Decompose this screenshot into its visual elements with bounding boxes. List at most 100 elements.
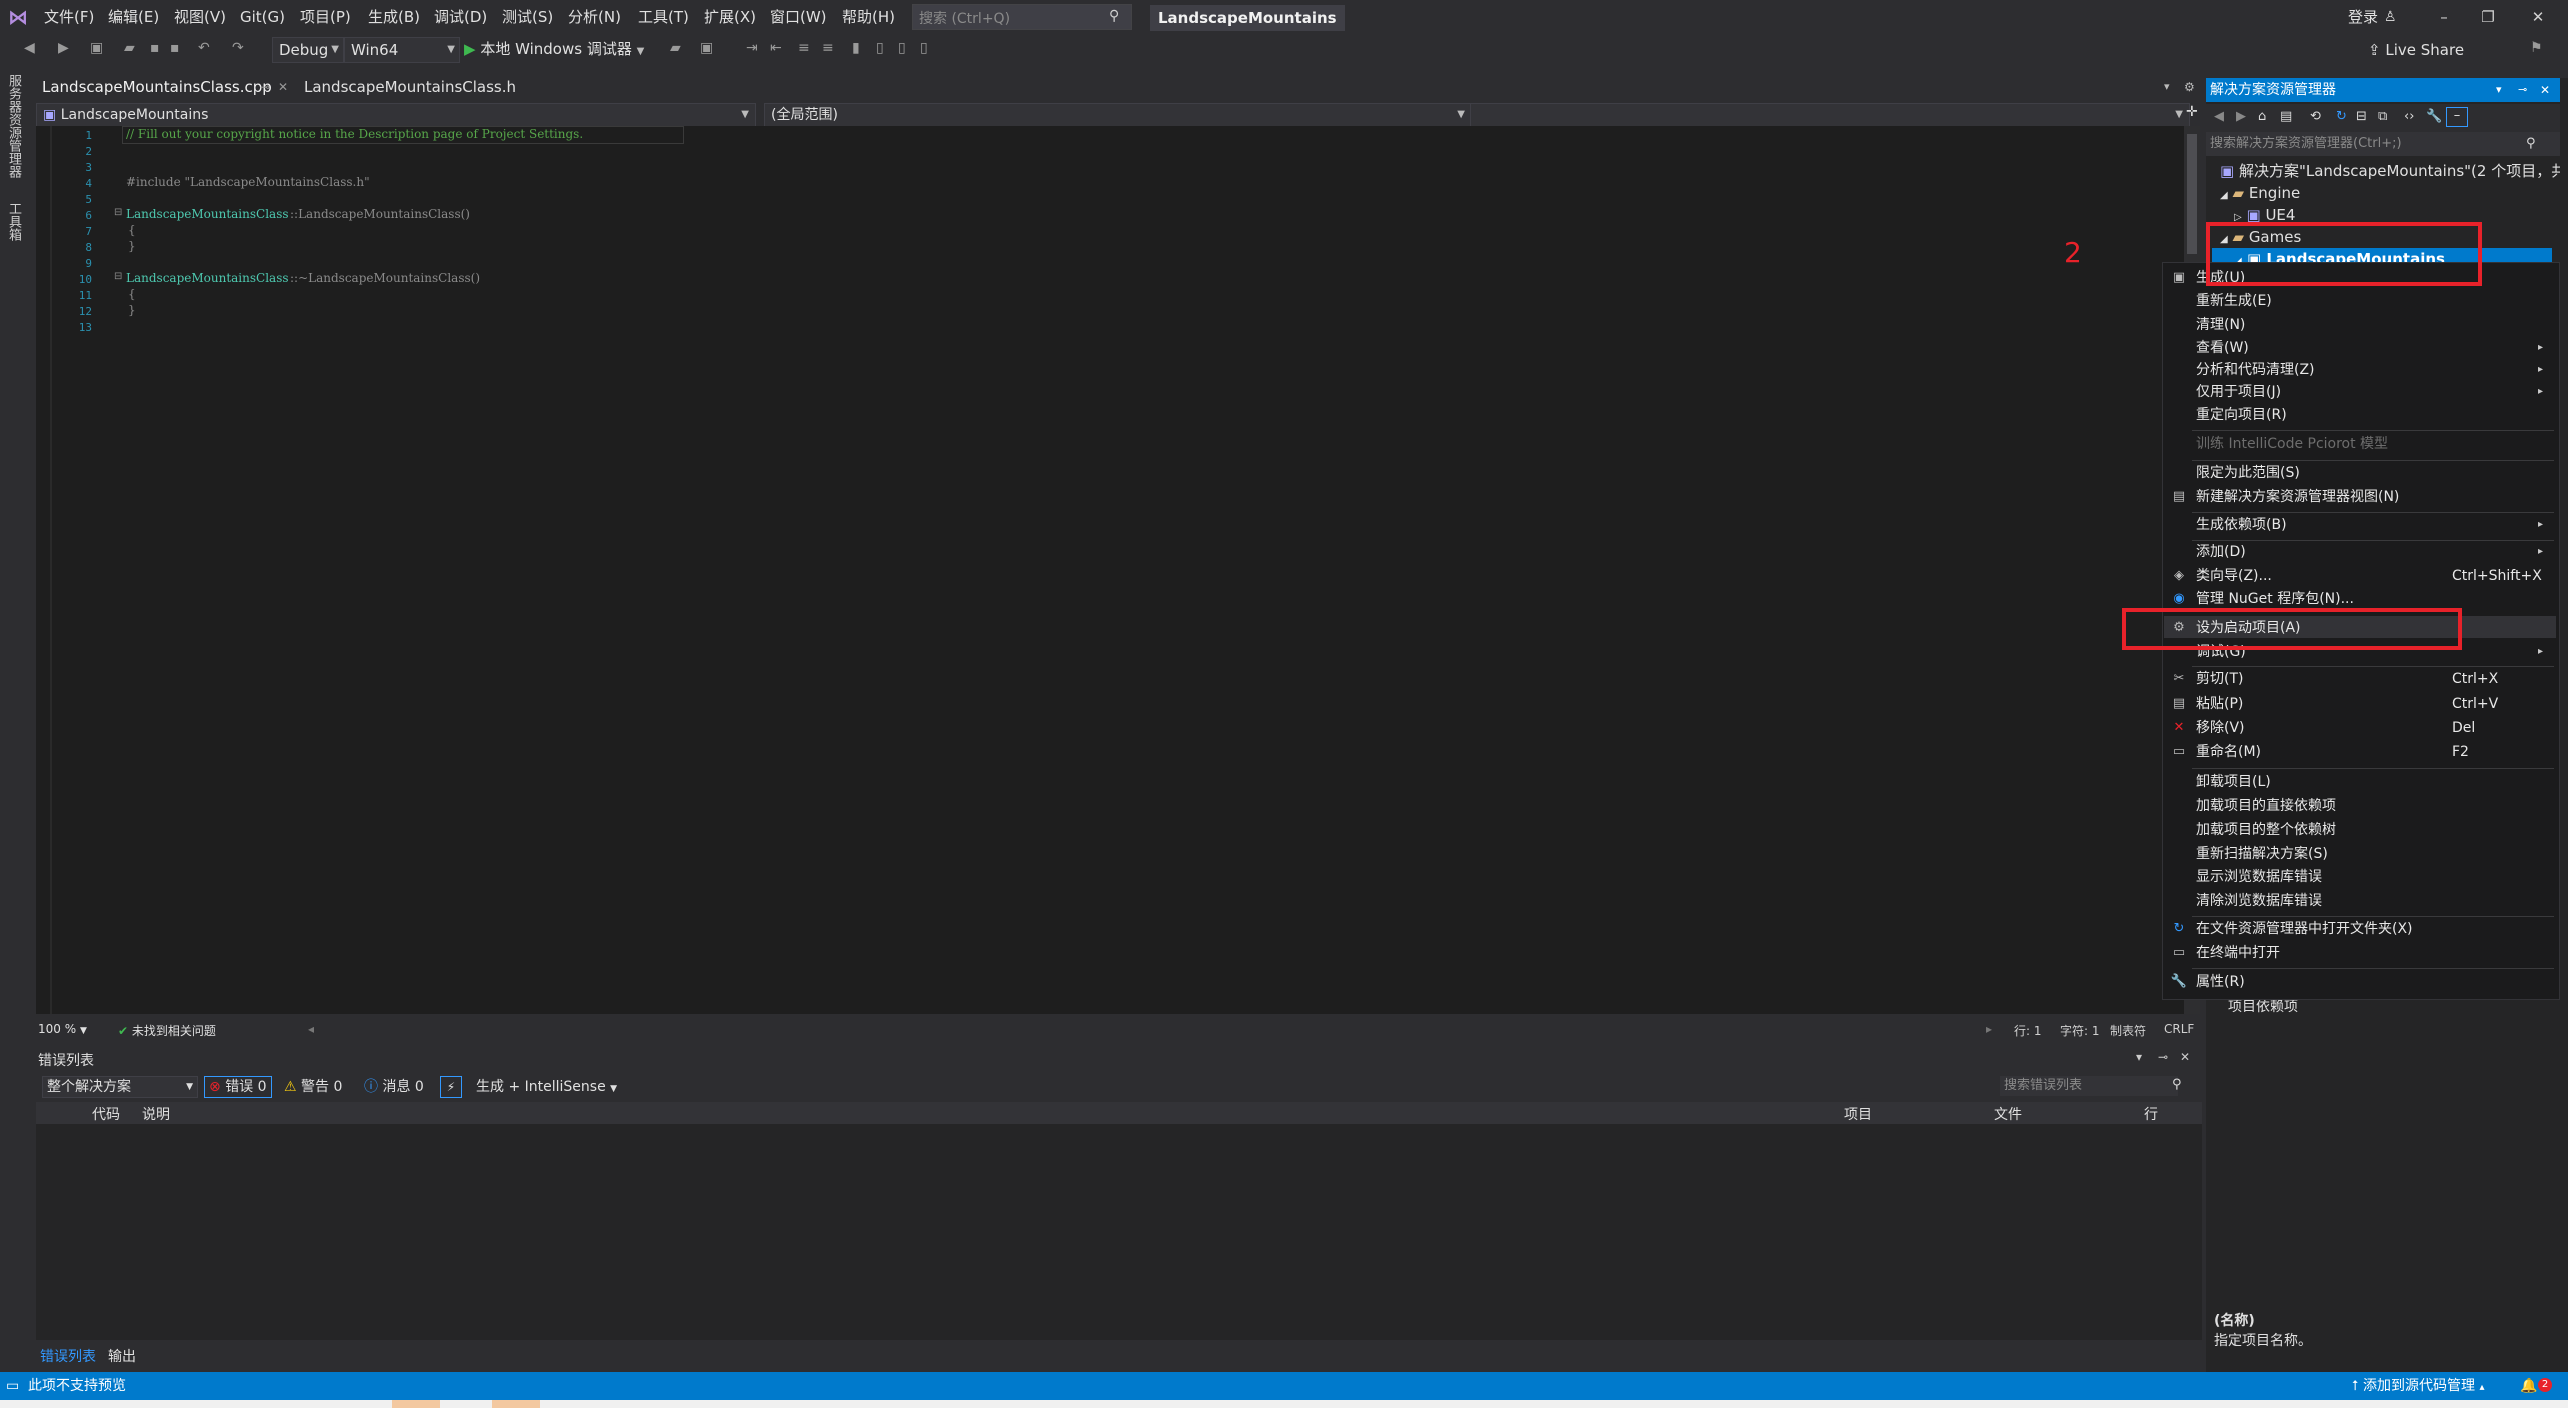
menu-item-unload-project[interactable]: 卸载项目(L) — [2196, 770, 2271, 794]
start-debug-button[interactable]: ▶ 本地 Windows 调试器 ▼ — [464, 37, 644, 61]
messages-filter-toggle[interactable]: ⓘ 消息 0 — [364, 1077, 424, 1097]
menu-item-scope-to-this[interactable]: 限定为此范围(S) — [2196, 461, 2300, 485]
menu-item-view[interactable]: 查看(W) — [2196, 336, 2249, 360]
errors-filter-toggle[interactable]: ⊗ 错误 0 — [204, 1076, 272, 1098]
issues-indicator[interactable]: ✔ 未找到相关问题 — [118, 1022, 216, 1039]
home-icon[interactable]: ⌂ — [2258, 109, 2266, 124]
menu-item-build-dependencies[interactable]: 生成依赖项(B) — [2196, 513, 2287, 537]
column-description[interactable]: 说明 — [142, 1104, 170, 1124]
collapse-all-icon[interactable]: ⊟ — [2356, 109, 2367, 124]
bookmark-next-icon[interactable]: ▯ — [898, 40, 906, 56]
warnings-filter-toggle[interactable]: ⚠ 警告 0 — [284, 1077, 342, 1097]
toolbox-tab[interactable]: 工具箱 — [4, 202, 23, 241]
user-icon[interactable]: ♙ — [2384, 0, 2397, 34]
save-icon[interactable]: ▪ — [150, 40, 160, 56]
maximize-button[interactable]: ❐ — [2468, 0, 2508, 34]
menu-item-new-view[interactable]: 新建解决方案资源管理器视图(N) — [2196, 485, 2399, 509]
scope-dropdown[interactable]: (全局范围) ▼ — [764, 103, 1472, 127]
panel-menu-icon[interactable]: ▾ — [2136, 1050, 2142, 1064]
menu-item-properties[interactable]: 属性(R) — [2196, 970, 2245, 994]
menu-analyze[interactable]: 分析(N) — [568, 0, 621, 34]
scrollbar-thumb[interactable] — [2187, 134, 2197, 254]
menu-item-load-direct-deps[interactable]: 加载项目的直接依赖项 — [2196, 794, 2336, 818]
config-dropdown[interactable]: Debug ▼ — [272, 37, 344, 63]
menu-item-retarget[interactable]: 重定向项目(R) — [2196, 403, 2287, 427]
code-editor[interactable] — [36, 126, 2184, 1014]
menu-item-clear-db-errors[interactable]: 清除浏览数据库错误 — [2196, 889, 2322, 913]
menu-edit[interactable]: 编辑(E) — [108, 0, 159, 34]
menu-item-analyze[interactable]: 分析和代码清理(Z) — [2196, 358, 2315, 382]
menu-help[interactable]: 帮助(H) — [842, 0, 895, 34]
project-dropdown[interactable]: ▣ LandscapeMountains ▼ — [36, 103, 756, 127]
back-icon[interactable]: ◀ — [2214, 109, 2224, 124]
source-control-button[interactable]: ⭡ 添加到源代码管理 ▴ — [2352, 1372, 2485, 1402]
redo-icon[interactable]: ↷ — [232, 40, 244, 56]
tab-h-file[interactable]: LandscapeMountainsClass.h — [298, 74, 530, 100]
view-code-icon[interactable]: ‹› — [2404, 109, 2414, 124]
show-all-files-icon[interactable]: ⧉ — [2378, 109, 2387, 124]
hscroll-right-icon[interactable]: ▸ — [1986, 1022, 1992, 1036]
menu-item-project-only[interactable]: 仅用于项目(J) — [2196, 380, 2281, 404]
panel-pin-icon[interactable]: ⊸ — [2158, 1050, 2168, 1064]
screenshot-icon[interactable]: ▣ — [700, 40, 713, 56]
menu-item-clean[interactable]: 清理(N) — [2196, 313, 2245, 337]
search-icon[interactable]: ⚲ — [2526, 132, 2536, 156]
menu-test[interactable]: 测试(S) — [502, 0, 553, 34]
feedback-icon[interactable]: ⚑ — [2530, 40, 2543, 56]
menu-item-cut[interactable]: 剪切(T) — [2196, 667, 2243, 691]
back-icon[interactable]: ◀ — [24, 40, 35, 56]
forward-icon[interactable]: ▶ — [58, 40, 69, 56]
eol-mode[interactable]: CRLF — [2164, 1022, 2194, 1036]
outdent-icon[interactable]: ≡ — [822, 40, 834, 56]
preview-selected-icon[interactable]: – — [2446, 107, 2468, 127]
forward-icon[interactable]: ▶ — [2236, 109, 2246, 124]
panel-close-icon[interactable]: ✕ — [2180, 1050, 2190, 1064]
menu-item-rescan-solution[interactable]: 重新扫描解决方案(S) — [2196, 842, 2328, 866]
bookmark-clear-icon[interactable]: ▯ — [920, 40, 928, 56]
tab-error-list[interactable]: 错误列表 — [40, 1346, 96, 1366]
column-line[interactable]: 行 — [2144, 1104, 2158, 1124]
menu-git[interactable]: Git(G) — [240, 0, 285, 34]
tab-overflow-icon[interactable]: ▾ — [2164, 80, 2170, 93]
menu-view[interactable]: 视图(V) — [174, 0, 226, 34]
open-icon[interactable]: ▰ — [124, 40, 135, 56]
tab-cpp-file[interactable]: LandscapeMountainsClass.cpp ⊸ ✕ — [36, 74, 304, 100]
tree-solution-node[interactable]: ▣ 解决方案"LandscapeMountains"(2 个项目，共 2 — [2220, 160, 2560, 182]
column-code[interactable]: 代码 — [92, 1104, 120, 1124]
menu-item-rename[interactable]: 重命名(M) — [2196, 740, 2261, 764]
indent-mode[interactable]: 制表符 — [2110, 1022, 2146, 1039]
step-over-icon[interactable]: ⇤ — [770, 40, 782, 56]
panel-pin-icon[interactable]: ⊸ — [2518, 78, 2527, 102]
menu-item-load-dep-tree[interactable]: 加载项目的整个依赖树 — [2196, 818, 2336, 842]
indent-icon[interactable]: ≡ — [798, 40, 810, 56]
menu-item-remove[interactable]: 移除(V) — [2196, 716, 2245, 740]
expand-icon[interactable]: ◢ — [2220, 190, 2228, 201]
error-scope-dropdown[interactable]: 整个解决方案 ▼ — [42, 1076, 198, 1098]
menu-item-paste[interactable]: 粘贴(P) — [2196, 692, 2243, 716]
filter-icon[interactable]: ⚡ — [440, 1076, 462, 1098]
search-icon[interactable]: ⚲ — [2172, 1077, 2182, 1092]
undo-icon[interactable]: ↶ — [198, 40, 210, 56]
close-window-button[interactable]: ✕ — [2518, 0, 2558, 34]
menu-item-rebuild[interactable]: 重新生成(E) — [2196, 289, 2272, 313]
pin-icon[interactable]: ⊸ — [260, 74, 270, 100]
minimize-button[interactable]: – — [2424, 0, 2464, 34]
bookmark-icon[interactable]: ▮ — [852, 40, 860, 56]
member-dropdown[interactable]: ▼ — [1470, 103, 2190, 127]
close-tab-icon[interactable]: ✕ — [278, 74, 288, 100]
fold-toggle-icon[interactable]: ⊟ — [114, 207, 122, 218]
hscroll-left-icon[interactable]: ◂ — [308, 1022, 314, 1036]
column-file[interactable]: 文件 — [1994, 1104, 2022, 1124]
server-explorer-tab[interactable]: 服务器资源管理器 — [4, 74, 23, 178]
zoom-level[interactable]: 100 % ▼ — [38, 1022, 87, 1036]
menu-tools[interactable]: 工具(T) — [638, 0, 689, 34]
sync-icon[interactable]: ↻ — [2336, 109, 2347, 124]
folder-icon[interactable]: ▰ — [670, 40, 681, 56]
bookmark-prev-icon[interactable]: ▯ — [876, 40, 884, 56]
notifications-icon[interactable]: 🔔 — [2520, 1372, 2537, 1400]
panel-close-icon[interactable]: ✕ — [2540, 78, 2550, 102]
menu-item-open-in-explorer[interactable]: 在文件资源管理器中打开文件夹(X) — [2196, 917, 2413, 941]
build-filter-dropdown[interactable]: 生成 + IntelliSense ▼ — [476, 1077, 617, 1097]
global-search-box[interactable]: 搜索 (Ctrl+Q) ⚲ — [912, 4, 1132, 30]
step-icon[interactable]: ⇥ — [746, 40, 758, 56]
